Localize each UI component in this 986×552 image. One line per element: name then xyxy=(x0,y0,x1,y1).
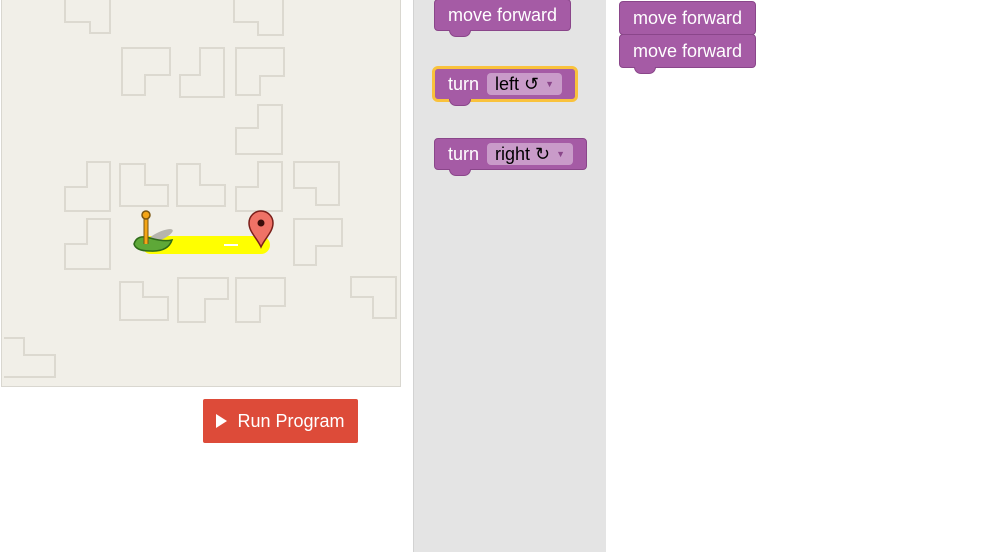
block-label: move forward xyxy=(448,4,558,25)
direction-dropdown-left[interactable]: left ↺ ▼ xyxy=(487,73,563,95)
block-label: move forward xyxy=(633,40,743,61)
toolbox-turn-right-block[interactable]: turn right ↻ ▼ xyxy=(434,138,588,176)
block-label: turn xyxy=(448,143,480,164)
play-icon xyxy=(216,414,228,428)
dropdown-arrow-icon: ▼ xyxy=(556,149,566,159)
run-button-label: Run Program xyxy=(237,410,345,431)
run-program-button[interactable]: Run Program xyxy=(203,399,358,443)
block-label: move forward xyxy=(633,7,743,28)
workspace-move-forward-block[interactable]: move forward xyxy=(619,34,757,74)
dropdown-arrow-icon: ▼ xyxy=(545,79,555,89)
start-marker-icon xyxy=(133,210,174,252)
direction-dropdown-right[interactable]: right ↻ ▼ xyxy=(487,143,574,165)
workspace-move-forward-block[interactable]: move forward xyxy=(619,1,757,35)
toolbox-turn-left-block[interactable]: turn left ↺ ▼ xyxy=(431,66,579,106)
block-label: turn xyxy=(448,73,480,94)
maze-map xyxy=(4,0,397,378)
toolbox-move-forward-block[interactable]: move forward xyxy=(434,0,572,37)
maze-board xyxy=(1,0,401,387)
